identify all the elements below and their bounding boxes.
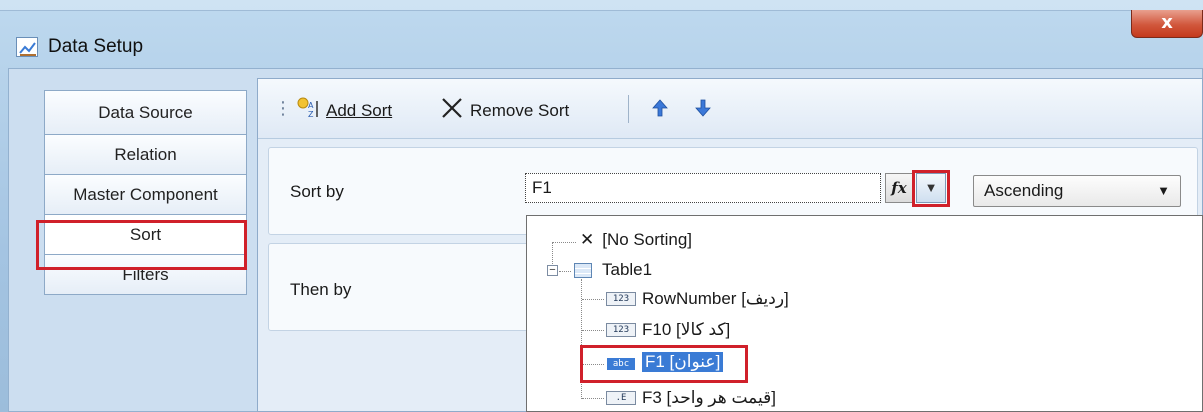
x-icon: ✕ [580,230,595,250]
tree-connector [582,330,604,331]
sort-ascending-icon: A Z [296,96,320,125]
x-icon [440,96,464,125]
decimal-type-icon: .E [606,391,636,405]
add-sort-button[interactable]: A Z Add Sort [296,96,392,125]
tree-item-field[interactable]: F3 [قیمت هر واحد] [642,388,776,408]
then-by-label: Then by [290,280,352,299]
remove-sort-label: Remove Sort [470,100,570,120]
chevron-down-icon: ▼ [1157,183,1170,198]
report-app-icon [16,37,38,57]
tab-master-component[interactable]: Master Component [44,175,247,215]
tab-data-source[interactable]: Data Source [44,90,247,135]
tab-relation[interactable]: Relation [44,135,247,175]
number-type-icon: 123 [606,292,636,306]
tree-connector [582,299,604,300]
field-label: F10 [کد کالا] [642,320,731,339]
sort-tab-highlight [36,220,247,270]
title-bar[interactable]: Data Setup [0,10,1203,68]
add-sort-label: Add Sort [326,100,393,120]
window-title: Data Setup [48,36,144,57]
tree-item-field[interactable]: RowNumber [ردیف] [642,289,789,309]
tree-item-no-sorting[interactable]: ✕ [No Sorting] [580,230,692,250]
toolbar-grip[interactable]: ⋮ [274,99,292,117]
sort-field-input[interactable]: F1 [525,173,881,203]
table-label: Table1 [602,260,653,279]
tab-label: Data Source [98,102,193,122]
sort-order-value: Ascending [984,181,1064,200]
svg-text:A: A [308,101,314,110]
tab-label: Master Component [73,184,218,204]
svg-text:Z: Z [308,110,314,119]
arrow-down-icon[interactable] [695,99,711,122]
remove-sort-button[interactable]: Remove Sort [440,96,569,125]
number-type-icon: 123 [606,323,636,337]
expression-button[interactable]: fx [885,173,913,203]
selected-field-highlight [580,345,748,383]
tree-item-field[interactable]: F10 [کد کالا] [642,320,730,340]
sort-by-label: Sort by [290,182,344,201]
tree-item-table1[interactable]: Table1 [602,260,652,280]
collapse-icon[interactable]: − [547,265,558,276]
sort-order-select[interactable]: Ascending ▼ [973,175,1181,207]
toolbar-separator [628,95,629,123]
toolbar [258,79,1202,139]
field-label: F3 [قیمت هر واحد] [642,388,776,407]
no-sorting-label: [No Sorting] [602,230,693,249]
tree-connector [552,242,576,243]
tree-connector [582,398,604,399]
tab-label: Relation [114,144,177,164]
field-label: RowNumber [ردیف] [642,289,789,308]
tree-connector [559,271,571,272]
dropdown-highlight [912,170,950,207]
arrow-up-icon[interactable] [652,99,668,122]
close-button[interactable]: x [1131,10,1203,38]
table-icon [574,263,592,278]
